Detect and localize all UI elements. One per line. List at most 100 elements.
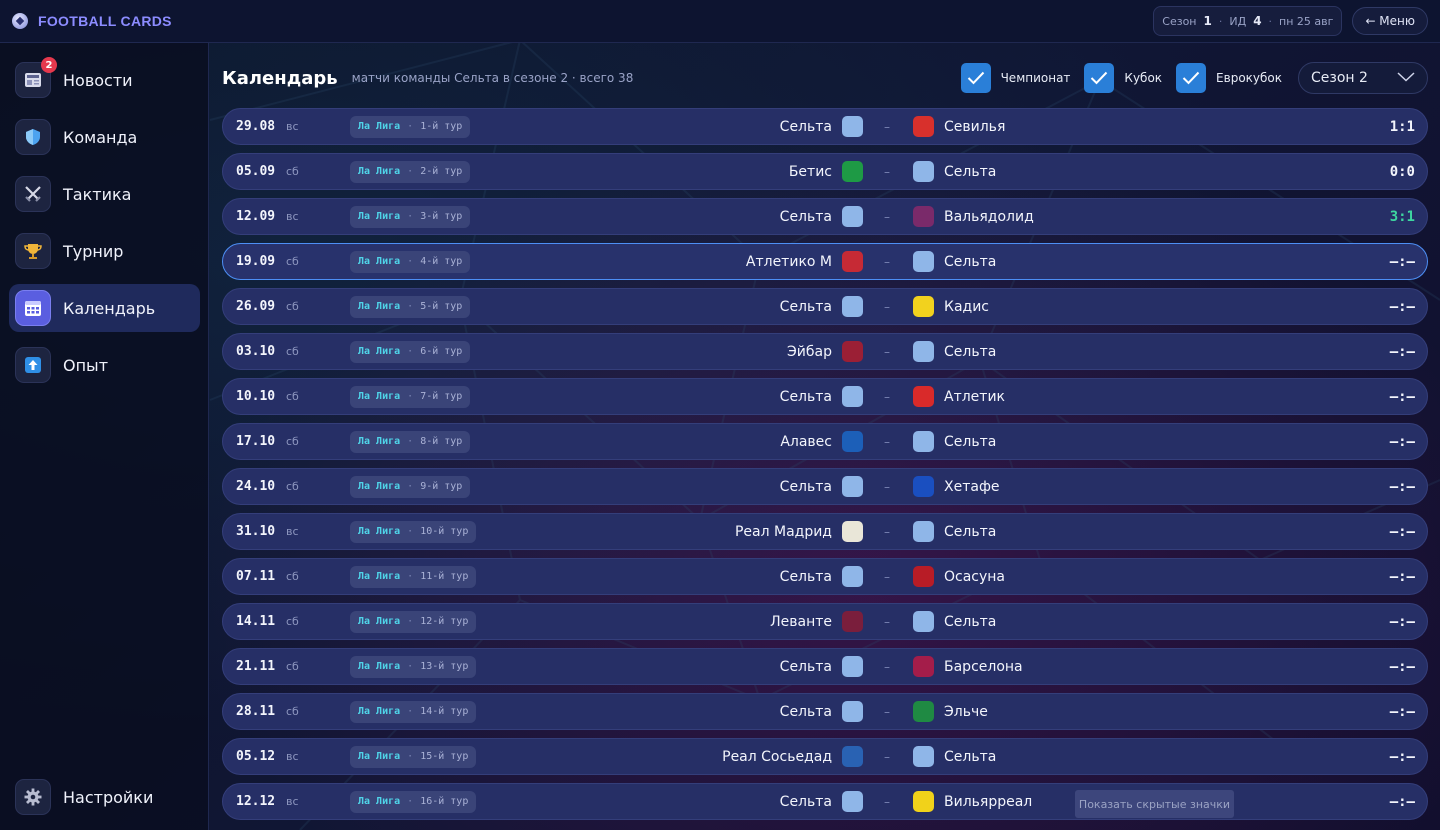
match-score: –:– <box>1389 613 1415 630</box>
away-team-name[interactable]: Атлетик <box>944 389 1005 405</box>
match-row[interactable]: 17.10 сб Ла Лига · 8-й тур Алавес – Сельта –:– <box>222 423 1428 460</box>
separator-dot: · <box>407 301 414 312</box>
checkbox[interactable] <box>1176 63 1207 93</box>
match-row[interactable]: 07.11 сб Ла Лига · 11-й тур Сельта – Осасуна –:– <box>222 558 1428 595</box>
gear-icon <box>15 779 51 815</box>
team-crest-icon <box>913 386 934 407</box>
league-name: Ла Лига <box>358 706 401 717</box>
versus-dash: – <box>884 569 890 584</box>
versus-dash: – <box>884 299 890 314</box>
match-row[interactable]: 24.10 сб Ла Лига · 9-й тур Сельта – Хетафе –:– <box>222 468 1428 505</box>
home-team-name[interactable]: Сельта <box>780 569 832 585</box>
match-row[interactable]: 31.10 вс Ла Лига · 10-й тур Реал Мадрид – Сельт… <box>222 513 1428 550</box>
home-team-name[interactable]: Сельта <box>780 479 832 495</box>
home-team-name[interactable]: Атлетико М <box>746 254 832 270</box>
separator-dot: · <box>407 706 414 717</box>
away-team-name[interactable]: Сельта <box>944 749 996 765</box>
sidebar-item-label: Турнир <box>63 241 124 261</box>
home-team: Эйбар <box>787 341 863 362</box>
home-team-name[interactable]: Эйбар <box>787 344 832 360</box>
home-team-name[interactable]: Реал Сосьедад <box>722 749 832 765</box>
away-team: Сельта <box>913 341 996 362</box>
calendar-icon <box>15 290 51 326</box>
current-date: пн 25 авг <box>1279 14 1334 28</box>
home-team-name[interactable]: Сельта <box>780 389 832 405</box>
match-row[interactable]: 05.09 сб Ла Лига · 2-й тур Бетис – Сельта 0:0 <box>222 153 1428 190</box>
away-team-name[interactable]: Сельта <box>944 344 996 360</box>
sidebar-item-label: Настройки <box>63 787 154 807</box>
match-row[interactable]: 28.11 сб Ла Лига · 14-й тур Сельта – Эльче –:– <box>222 693 1428 730</box>
match-row[interactable]: 21.11 сб Ла Лига · 13-й тур Сельта – Барселона –… <box>222 648 1428 685</box>
away-team-name[interactable]: Сельта <box>944 164 996 180</box>
away-team-name[interactable]: Сельта <box>944 614 996 630</box>
match-weekday: сб <box>286 660 299 673</box>
match-row[interactable]: 14.11 сб Ла Лига · 12-й тур Леванте – Сельта –:– <box>222 603 1428 640</box>
match-date: 21.11 <box>236 659 276 674</box>
away-team-name[interactable]: Вальядолид <box>944 209 1034 225</box>
team-crest-icon <box>913 161 934 182</box>
match-row[interactable]: 19.09 сб Ла Лига · 4-й тур Атлетико М – Сельта –… <box>222 243 1428 280</box>
home-team-name[interactable]: Сельта <box>780 794 832 810</box>
home-team-name[interactable]: Сельта <box>780 659 832 675</box>
season-select[interactable]: Сезон 2 <box>1298 62 1428 94</box>
away-team-name[interactable]: Хетафе <box>944 479 1000 495</box>
sidebar-item-tournament[interactable]: Турнир <box>9 227 200 275</box>
match-row[interactable]: 03.10 сб Ла Лига · 6-й тур Эйбар – Сельта –:– <box>222 333 1428 370</box>
league-name: Ла Лига <box>358 121 401 132</box>
competition-badge: Ла Лига · 16-й тур <box>350 790 477 813</box>
home-team-name[interactable]: Сельта <box>780 119 832 135</box>
chevron-down-icon <box>1397 70 1415 86</box>
away-team-name[interactable]: Севилья <box>944 119 1005 135</box>
home-team-name[interactable]: Леванте <box>770 614 832 630</box>
checkbox[interactable] <box>960 63 991 93</box>
home-team-name[interactable]: Сельта <box>780 209 832 225</box>
home-team-name[interactable]: Реал Мадрид <box>735 524 832 540</box>
home-team-name[interactable]: Сельта <box>780 299 832 315</box>
home-team: Сельта <box>780 701 863 722</box>
match-weekday: сб <box>286 390 299 403</box>
match-row[interactable]: 12.09 вс Ла Лига · 3-й тур Сельта – Вальядолид 3… <box>222 198 1428 235</box>
sidebar-item-team[interactable]: Команда <box>9 113 200 161</box>
match-weekday: сб <box>286 480 299 493</box>
checkbox[interactable] <box>1084 63 1115 93</box>
home-team: Сельта <box>780 476 863 497</box>
home-team-name[interactable]: Алавес <box>780 434 832 450</box>
away-team-name[interactable]: Кадис <box>944 299 989 315</box>
sidebar-item-experience[interactable]: Опыт <box>9 341 200 389</box>
match-weekday: сб <box>286 705 299 718</box>
match-row[interactable]: 26.09 сб Ла Лига · 5-й тур Сельта – Кадис –:– <box>222 288 1428 325</box>
competition-badge: Ла Лига · 1-й тур <box>350 115 471 138</box>
menu-button[interactable]: ← Меню <box>1352 7 1428 35</box>
season-label: Сезон <box>1162 14 1197 28</box>
round-label: 5-й тур <box>420 301 463 312</box>
away-team-name[interactable]: Эльче <box>944 704 988 720</box>
away-team-name[interactable]: Вильярреал <box>944 794 1032 810</box>
home-team-name[interactable]: Сельта <box>780 704 832 720</box>
filter-cup[interactable]: Кубок <box>1084 63 1162 93</box>
away-team-name[interactable]: Сельта <box>944 434 996 450</box>
away-team-name[interactable]: Барселона <box>944 659 1023 675</box>
match-row[interactable]: 12.12 вс Ла Лига · 16-й тур Сельта – Вильярреал… <box>222 783 1428 820</box>
league-name: Ла Лига <box>358 301 401 312</box>
filter-eurocup[interactable]: Еврокубок <box>1176 63 1282 93</box>
team-crest-icon <box>913 566 934 587</box>
away-team-name[interactable]: Сельта <box>944 254 996 270</box>
separator-dot: · <box>407 436 414 447</box>
home-team-name[interactable]: Бетис <box>789 164 832 180</box>
round-label: 8-й тур <box>420 436 463 447</box>
away-team: Сельта <box>913 431 996 452</box>
match-row[interactable]: 10.10 сб Ла Лига · 7-й тур Сельта – Атлетик –:– <box>222 378 1428 415</box>
sidebar-item-tactics[interactable]: Тактика <box>9 170 200 218</box>
sidebar-item-news[interactable]: 2 Новости <box>9 56 200 104</box>
away-team-name[interactable]: Сельта <box>944 524 996 540</box>
sidebar-item-settings[interactable]: Настройки <box>9 773 200 821</box>
team-crest-icon <box>913 431 934 452</box>
competition-badge: Ла Лига · 9-й тур <box>350 475 471 498</box>
match-row[interactable]: 05.12 вс Ла Лига · 15-й тур Реал Сосьедад – Сел… <box>222 738 1428 775</box>
match-date: 29.08 <box>236 119 276 134</box>
match-date: 12.12 <box>236 794 276 809</box>
filter-championship[interactable]: Чемпионат <box>960 63 1070 93</box>
sidebar-item-calendar[interactable]: Календарь <box>9 284 200 332</box>
away-team-name[interactable]: Осасуна <box>944 569 1005 585</box>
match-row[interactable]: 29.08 вс Ла Лига · 1-й тур Сельта – Севилья 1:1 <box>222 108 1428 145</box>
